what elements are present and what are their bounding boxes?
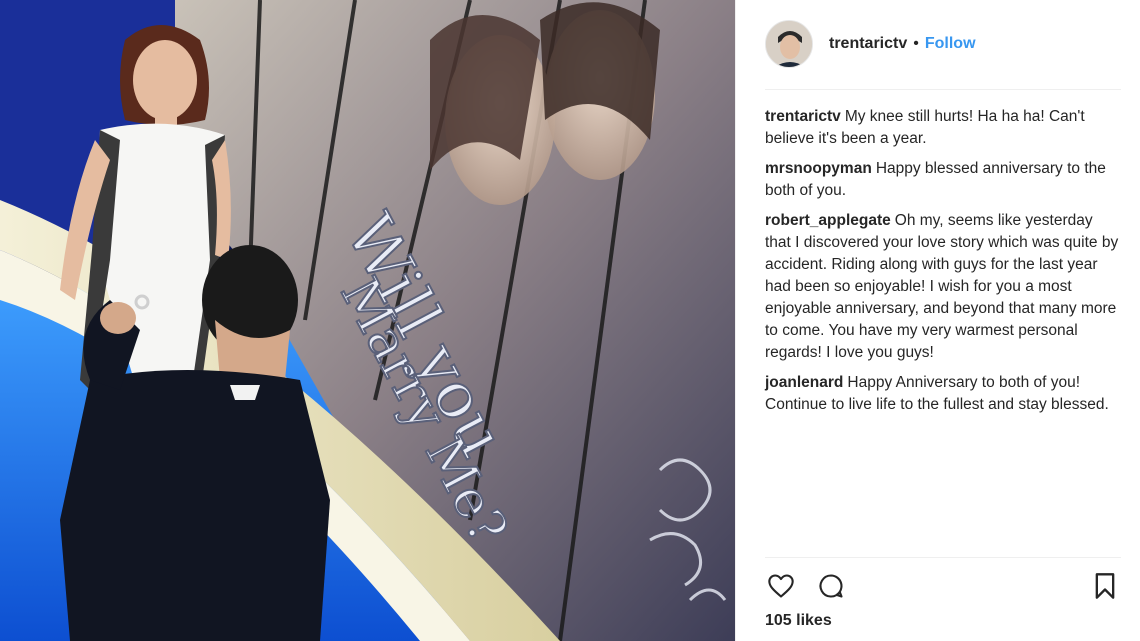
comment-username[interactable]: mrsnoopyman <box>765 160 872 177</box>
comments-list: trentarictv My knee still hurts! Ha ha ha… <box>765 106 1121 424</box>
avatar-image <box>766 21 812 67</box>
comment-username[interactable]: trentarictv <box>765 108 841 125</box>
comment-username[interactable]: robert_applegate <box>765 212 891 229</box>
avatar[interactable] <box>765 20 813 68</box>
actions-divider <box>765 557 1121 558</box>
like-button[interactable] <box>765 570 797 602</box>
proposal-photo-illustration: Will you Marry Me? <box>0 0 735 641</box>
post-photo[interactable]: Will you Marry Me? <box>0 0 735 641</box>
comment-item: mrsnoopyman Happy blessed anniversary to … <box>765 158 1121 202</box>
header-divider <box>765 89 1121 90</box>
instagram-post: Will you Marry Me? trentarictv • Follow … <box>0 0 1140 641</box>
comment-button[interactable] <box>815 570 847 602</box>
header-separator: • <box>913 35 919 52</box>
comment-item: joanlenard Happy Anniversary to both of y… <box>765 372 1121 416</box>
post-actions <box>765 570 1121 602</box>
post-sidebar: trentarictv • Follow trentarictv My knee … <box>735 0 1140 641</box>
comment-icon <box>819 574 843 598</box>
comment-item: trentarictv My knee still hurts! Ha ha ha… <box>765 106 1121 150</box>
comment-item: robert_applegate Oh my, seems like yester… <box>765 210 1121 364</box>
bookmark-icon <box>1095 573 1115 599</box>
username[interactable]: trentarictv <box>829 35 907 53</box>
follow-button[interactable]: Follow <box>925 35 976 53</box>
save-button[interactable] <box>1089 570 1121 602</box>
likes-count[interactable]: 105 likes <box>765 612 832 630</box>
post-header: trentarictv • Follow <box>765 18 1121 70</box>
comment-username[interactable]: joanlenard <box>765 374 843 391</box>
comment-text: Oh my, seems like yesterday that I disco… <box>765 212 1119 361</box>
heart-icon <box>768 574 794 598</box>
